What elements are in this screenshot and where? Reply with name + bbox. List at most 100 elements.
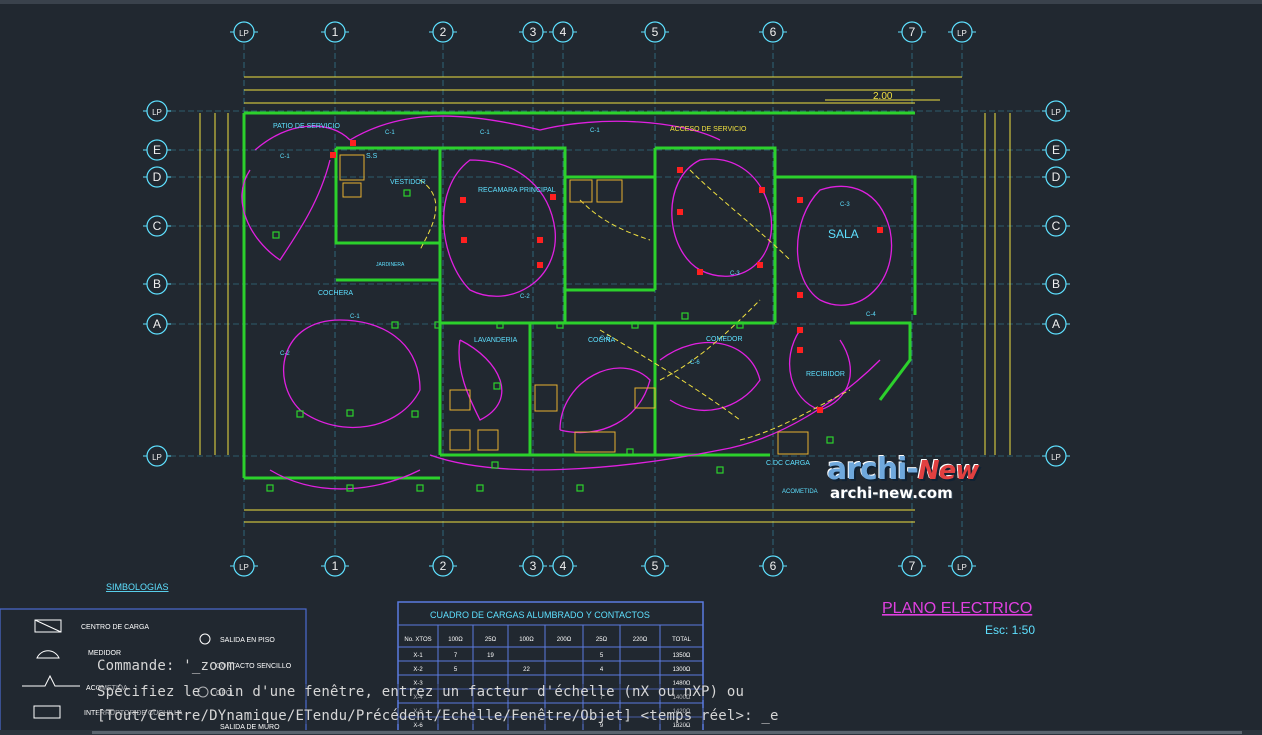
device-red-2 — [461, 237, 467, 243]
table-header-1: 100Ω — [448, 637, 463, 643]
legend-item-1: CENTRO DE CARGA — [81, 624, 149, 631]
svg-text:1: 1 — [332, 559, 339, 573]
table-header-0: No. XTOS — [404, 637, 431, 643]
device-red-0 — [330, 152, 336, 158]
axis-bubble-col-top-2: 2 — [429, 21, 457, 43]
svg-text:B: B — [1052, 277, 1060, 291]
circuit-label-1: C-1 — [385, 130, 395, 136]
horizontal-scrollbar[interactable] — [0, 730, 1262, 735]
svg-text:LP: LP — [1051, 453, 1061, 462]
svg-text:A: A — [153, 317, 161, 331]
room-label-recamara: RECAMARA PRINCIPAL — [478, 187, 556, 194]
axis-bubble-row-right-5: A — [1042, 313, 1070, 335]
svg-text:7: 7 — [909, 25, 916, 39]
axis-bubble-row-right-6: LP — [1042, 445, 1070, 467]
table-cell-0-0: X-1 — [413, 653, 423, 659]
svg-text:LP: LP — [1051, 108, 1061, 117]
svg-text:LP: LP — [957, 29, 967, 38]
axis-bubble-row-right-4: B — [1042, 273, 1070, 295]
axis-bubble-row-right-0: LP — [1042, 100, 1070, 122]
axis-bubble-col-bottom-1: 1 — [321, 555, 349, 577]
device-green-12 — [493, 382, 501, 390]
room-label-vestidor: VESTIDOR — [390, 179, 426, 186]
device-green-18 — [416, 484, 424, 492]
device-red-14 — [877, 227, 883, 233]
room-label-ss: S.S — [366, 153, 378, 160]
device-red-12 — [797, 197, 803, 203]
svg-text:6: 6 — [770, 25, 777, 39]
axis-bubble-row-left-5: A — [143, 313, 171, 335]
table-header-7: TOTAL — [672, 637, 691, 643]
room-label-lavanderia: LAVANDERIA — [474, 337, 518, 344]
device-green-10 — [346, 409, 354, 417]
axis-bubble-col-bottom-5: 5 — [641, 555, 669, 577]
device-green-17 — [476, 484, 484, 492]
device-red-10 — [697, 269, 703, 275]
scrollbar-thumb[interactable] — [92, 731, 1242, 734]
device-green-15 — [266, 484, 274, 492]
watermark-brand: archi-New — [827, 452, 979, 487]
device-green-13 — [491, 461, 499, 469]
device-green-2 — [391, 321, 399, 329]
circuit-labels: C-1 C-1 C-1 C-1 C-1 C-2 C-2 C-3 C-3 C-4 C-5 C-6 — [280, 128, 876, 366]
axis-bubble-col-top-0: LP — [230, 21, 258, 43]
svg-text:E: E — [1052, 143, 1060, 157]
room-label-cochera: COCHERA — [318, 290, 353, 297]
cad-drawing-canvas[interactable]: 2.00 PATIO DE SERVICIO S.S VESTIDOR RECA… — [0, 0, 1262, 735]
room-label-acceso: ACCESO DE SERVICIO — [670, 126, 747, 133]
circuit-label-9: C-4 — [866, 312, 876, 318]
axis-bubble-col-top-7: 7 — [898, 21, 926, 43]
room-label-jardinera: JARDINERA — [376, 262, 405, 268]
watermark-url: archi-new.com — [830, 484, 953, 502]
drawing-title: PLANO ELECTRICO — [882, 600, 1032, 617]
device-red-15 — [797, 347, 803, 353]
axis-bubble-row-left-6: LP — [143, 445, 171, 467]
axis-bubble-row-left-3: C — [143, 215, 171, 237]
svg-text:C: C — [1052, 219, 1061, 233]
axis-bubble-col-bottom-4: 4 — [549, 555, 577, 577]
drawing-scale: Esc: 1:50 — [985, 623, 1035, 637]
axis-bubble-col-top-3: 3 — [519, 21, 547, 43]
svg-text:E: E — [153, 143, 161, 157]
device-red-9 — [757, 262, 763, 268]
device-red-16 — [797, 327, 803, 333]
svg-text:2: 2 — [440, 559, 447, 573]
device-green-7 — [681, 312, 689, 320]
legend-title: SIMBOLOGIAS — [106, 582, 169, 592]
watermark-brand-new: New — [917, 456, 979, 486]
circuit-label-10: C-5 — [600, 336, 610, 342]
table-cell-1-0: X-2 — [413, 667, 423, 673]
axis-bubble-col-bottom-7: 7 — [898, 555, 926, 577]
device-green-19 — [576, 484, 584, 492]
table-cell-0-7: 1350Ω — [673, 653, 691, 659]
device-red-3 — [537, 237, 543, 243]
table-header-6: 220Ω — [633, 637, 648, 643]
svg-text:LP: LP — [239, 563, 249, 572]
svg-text:C: C — [153, 219, 162, 233]
room-label-comedor: COMEDOR — [706, 336, 743, 343]
svg-text:A: A — [1052, 317, 1060, 331]
svg-text:LP: LP — [239, 29, 249, 38]
axis-bubble-col-top-6: 6 — [759, 21, 787, 43]
device-red-4 — [550, 194, 556, 200]
table-header-3: 100Ω — [519, 637, 534, 643]
table-cell-1-3: 22 — [523, 667, 530, 673]
table-cell-1-5: 4 — [600, 667, 604, 673]
device-red-5 — [460, 197, 466, 203]
svg-text:D: D — [1052, 170, 1061, 184]
table-cell-0-5: 5 — [600, 653, 604, 659]
svg-text:2: 2 — [440, 25, 447, 39]
circuit-label-8: C-3 — [840, 202, 850, 208]
device-red-8 — [759, 187, 765, 193]
svg-text:5: 5 — [652, 25, 659, 39]
svg-text:7: 7 — [909, 559, 916, 573]
circuit-label-11: C-6 — [690, 360, 700, 366]
command-prompt-line[interactable]: [Tout/Centre/DYnamique/ETendu/Précédent/… — [97, 708, 779, 724]
room-label-recibidor: RECIBIDOR — [806, 371, 845, 378]
axis-bubble-col-bottom-6: 6 — [759, 555, 787, 577]
circuit-label-4: C-1 — [350, 314, 360, 320]
axis-bubble-row-left-0: LP — [143, 100, 171, 122]
axis-bubble-col-bottom-3: 3 — [519, 555, 547, 577]
axis-bubble-col-bottom-2: 2 — [429, 555, 457, 577]
svg-text:D: D — [153, 170, 162, 184]
